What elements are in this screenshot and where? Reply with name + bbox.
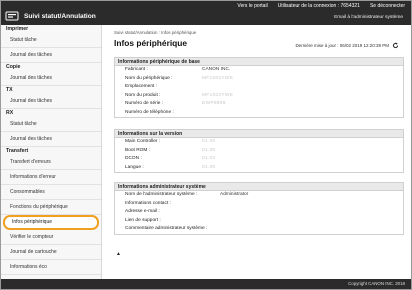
remote-ui-logo-icon: [5, 11, 19, 21]
info-row: Nom du produit : MF1002YWE: [115, 92, 403, 101]
info-row: Commentaire administrateur système :: [115, 225, 403, 234]
row-label: Numéro de série :: [125, 101, 164, 106]
sidebar-item-rx-log[interactable]: Journal des tâches: [1, 132, 101, 147]
info-row: Emplacement :: [115, 83, 403, 92]
info-row: Informations contact :: [115, 200, 403, 209]
sidebar-item-eco-info[interactable]: Informations éco: [1, 260, 101, 275]
row-label: Numéro de téléphone :: [125, 109, 174, 115]
sidebar-item-consumables[interactable]: Consommables: [1, 185, 101, 200]
sidebar: Imprimer Statut tâche Journal des tâches…: [1, 25, 102, 279]
row-value: EWP8888: [202, 101, 226, 106]
sidebar-item-error-transfer[interactable]: Transfert d'erreurs: [1, 155, 101, 170]
row-label: Fabricant :: [125, 67, 148, 72]
info-row: Lien de support :: [115, 217, 403, 226]
admin-mail-link[interactable]: Email à l'administrateur système: [334, 15, 403, 20]
page-title: Infos périphérique: [114, 38, 188, 48]
logout-link[interactable]: Se déconnecter: [370, 3, 405, 9]
info-row: Numéro de téléphone :: [115, 109, 403, 118]
back-to-top-icon[interactable]: ▲: [116, 251, 121, 257]
sidebar-item-rx-status[interactable]: Statut tâche: [1, 117, 101, 132]
row-label: Commentaire administrateur système :: [125, 226, 208, 231]
info-row: Boot ROM : 01.00: [115, 147, 403, 156]
last-updated: Dernière mise à jour : 06/02 2019 12:20:…: [295, 42, 399, 49]
row-label: Boot ROM :: [125, 147, 151, 153]
section-basic-info: Informations périphérique de base Fabric…: [114, 57, 404, 118]
user-connection: Utilisateur de la connexion : 7654321: [277, 3, 360, 9]
top-bar: Suivi statut/Annulation Vers le portail …: [1, 1, 411, 25]
info-row: Fabricant : CANON INC.: [115, 66, 403, 75]
section-title: Informations sur la version: [115, 130, 403, 138]
row-value: Administrator: [220, 192, 249, 197]
sidebar-item-cartridge-log[interactable]: Journal de cartouche: [1, 245, 101, 260]
sidebar-item-tx-log[interactable]: Journal des tâches: [1, 94, 101, 109]
info-row: Nom de l'administrateur système : Adminis…: [115, 191, 403, 200]
section-title: Informations périphérique de base: [115, 58, 403, 66]
info-row: Langue : 01.00: [115, 164, 403, 173]
sidebar-group-imprimer: Imprimer: [6, 26, 29, 32]
sidebar-group-transfert: Transfert: [6, 148, 29, 154]
row-label: Langue :: [125, 164, 144, 170]
row-label: Main Controller :: [125, 139, 161, 144]
app-title: Suivi statut/Annulation: [24, 13, 96, 20]
sidebar-item-device-features[interactable]: Fonctions du périphérique: [1, 200, 101, 215]
section-admin-info: Informations administrateur système Nom …: [114, 182, 404, 235]
info-row: Numéro de série : EWP8888: [115, 100, 403, 109]
row-value: CANON INC.: [202, 67, 231, 72]
row-value: 01.02: [202, 156, 216, 161]
portal-link[interactable]: Vers le portail: [237, 3, 267, 9]
section-version-info: Informations sur la version Main Control…: [114, 129, 404, 173]
row-label: Lien de support :: [125, 217, 161, 223]
info-row: DCON : 01.02: [115, 155, 403, 164]
row-value: 01.00: [202, 164, 216, 170]
sidebar-item-check-counter[interactable]: Vérifier le compteur: [1, 230, 101, 245]
sidebar-item-device-info[interactable]: Infos périphérique: [3, 215, 99, 230]
info-row: Adresse e-mail :: [115, 208, 403, 217]
sidebar-item-copy-log[interactable]: Journal des tâches: [1, 71, 101, 86]
row-value: 01.00: [202, 147, 216, 153]
refresh-icon[interactable]: [392, 42, 399, 49]
row-label: Nom du produit :: [125, 92, 161, 98]
copyright: Copyright CANON INC. 2018: [348, 281, 405, 286]
row-value: MF1002YWE: [202, 75, 234, 81]
sidebar-group-rx: RX: [6, 110, 14, 116]
row-value: 01.00: [202, 139, 216, 144]
row-label: Nom de l'administrateur système :: [125, 192, 198, 197]
sidebar-item-error-info[interactable]: Informations d'erreur: [1, 170, 101, 185]
row-label: Adresse e-mail :: [125, 209, 160, 214]
footer: Copyright CANON INC. 2018: [1, 279, 411, 289]
breadcrumb: Suivi statut/Annulation : Infos périphér…: [114, 30, 197, 35]
row-label: Informations contact :: [125, 200, 171, 206]
row-label: Nom du périphérique :: [125, 75, 173, 81]
main-content: Suivi statut/Annulation : Infos périphér…: [102, 25, 411, 279]
top-links: Vers le portail Utilisateur de la connex…: [237, 3, 405, 9]
sidebar-item-print-log[interactable]: Journal des tâches: [1, 48, 101, 63]
sidebar-group-tx: TX: [6, 87, 13, 93]
row-label: Emplacement :: [125, 84, 157, 89]
app-window: Suivi statut/Annulation Vers le portail …: [0, 0, 412, 290]
last-updated-text: Dernière mise à jour : 06/02 2019 12:20:…: [295, 43, 389, 48]
row-value: MF1002YWE: [202, 92, 234, 98]
info-row: Main Controller : 01.00: [115, 138, 403, 147]
row-label: DCON :: [125, 156, 142, 161]
sidebar-group-copie: Copie: [6, 64, 21, 70]
info-row: Nom du périphérique : MF1002YWE: [115, 75, 403, 84]
sidebar-item-print-status[interactable]: Statut tâche: [1, 33, 101, 48]
section-title: Informations administrateur système: [115, 183, 403, 191]
